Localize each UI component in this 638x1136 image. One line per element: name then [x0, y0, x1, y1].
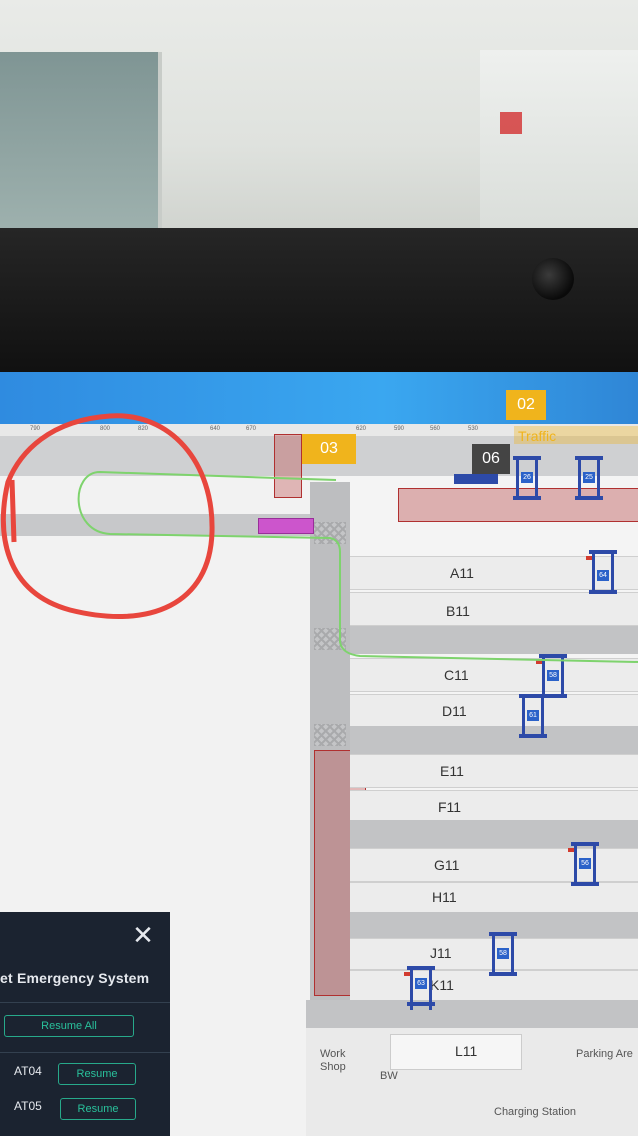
resume-at05-button[interactable]: Resume — [60, 1098, 136, 1120]
monitor-bezel — [0, 228, 638, 376]
agv-label-at04: AT04 — [14, 1064, 42, 1078]
resume-all-button[interactable]: Resume All — [4, 1015, 134, 1037]
divider — [0, 1002, 170, 1003]
panel-title: et Emergency System — [0, 970, 150, 986]
highlight-stroke — [9, 479, 17, 543]
divider — [0, 1052, 170, 1053]
office-window-right — [480, 50, 638, 240]
emergency-panel: ✕ et Emergency System Resume All AT04 Re… — [0, 912, 170, 1136]
robot-path — [77, 470, 638, 663]
office-window-left — [0, 52, 162, 232]
resume-at04-button[interactable]: Resume — [58, 1063, 136, 1085]
highlight-circle — [0, 413, 215, 619]
close-icon[interactable]: ✕ — [130, 922, 156, 948]
wall-sign — [500, 112, 522, 134]
webcam-icon — [532, 258, 574, 300]
agv-label-at05: AT05 — [14, 1099, 42, 1113]
